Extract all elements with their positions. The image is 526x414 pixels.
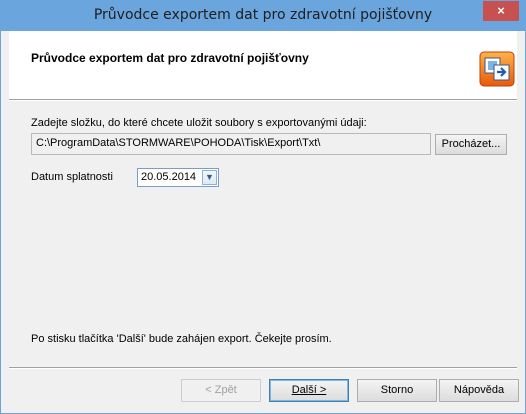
next-button[interactable]: Další > <box>269 379 349 402</box>
due-date-picker[interactable]: 20.05.2014 ▼ <box>137 168 219 187</box>
help-button[interactable]: Nápověda <box>439 379 519 402</box>
due-date-value: 20.05.2014 <box>141 171 197 183</box>
wizard-header: Průvodce exportem dat pro zdravotní poji… <box>9 31 517 99</box>
wizard-window: Průvodce exportem dat pro zdravotní poji… <box>0 0 526 414</box>
folder-label: Zadejte složku, do které chcete uložit s… <box>31 117 367 129</box>
title-bar[interactable]: Průvodce exportem dat pro zdravotní poji… <box>1 1 525 31</box>
folder-path-field[interactable]: C:\ProgramData\STORMWARE\POHODA\Tisk\Exp… <box>31 133 431 155</box>
footer-separator <box>9 367 517 369</box>
next-button-label: Další > <box>291 384 327 396</box>
close-icon: × <box>497 3 505 18</box>
chevron-down-icon[interactable]: ▼ <box>202 170 217 185</box>
wizard-header-title: Průvodce exportem dat pro zdravotní poji… <box>31 51 309 65</box>
browse-button-label: Procházet... <box>441 138 501 150</box>
export-wizard-icon <box>479 51 515 87</box>
help-button-label: Nápověda <box>453 384 505 396</box>
info-text: Po stisku tlačítka 'Další' bude zahájen … <box>31 333 332 345</box>
due-date-label: Datum splatnosti <box>31 171 113 183</box>
cancel-button-label: Storno <box>380 384 414 396</box>
cancel-button[interactable]: Storno <box>357 379 437 402</box>
browse-button[interactable]: Procházet... <box>435 134 507 155</box>
close-button[interactable]: × <box>483 1 519 21</box>
window-title: Průvodce exportem dat pro zdravotní poji… <box>93 7 433 23</box>
wizard-content: Zadejte složku, do které chcete uložit s… <box>9 101 517 367</box>
back-button[interactable]: < Zpět <box>181 379 261 402</box>
back-button-label: < Zpět <box>205 384 237 396</box>
